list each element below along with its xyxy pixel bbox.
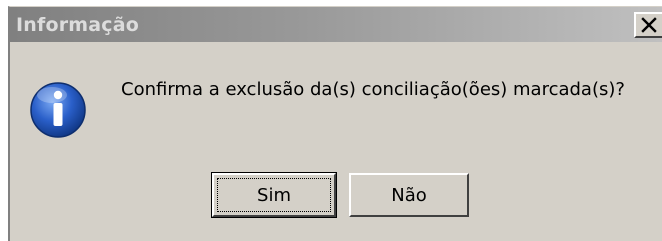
info-icon: [30, 82, 86, 138]
title-bar[interactable]: Informação: [10, 7, 662, 42]
dialog-message: Confirma a exclusão da(s) conciliação(õe…: [121, 79, 625, 100]
close-icon: [641, 17, 657, 33]
yes-button[interactable]: Sim: [211, 172, 337, 218]
yes-button-label: Sim: [217, 178, 331, 212]
no-button[interactable]: Não: [349, 173, 469, 217]
no-button-label: Não: [391, 184, 427, 206]
info-dialog: Informação Confirma a exclusão da(s) con…: [8, 6, 662, 241]
window-title: Informação: [16, 14, 140, 36]
close-button[interactable]: [634, 12, 662, 38]
